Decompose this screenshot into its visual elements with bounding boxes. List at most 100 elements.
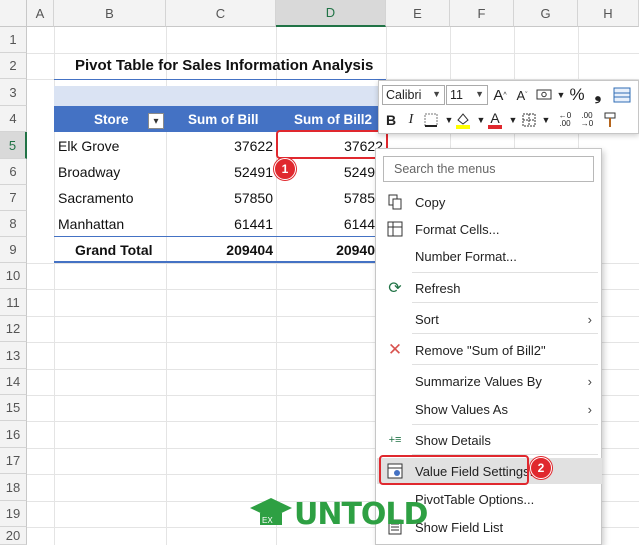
col-header-d[interactable]: D	[276, 0, 386, 27]
watermark-logo: EX UNTOLD	[248, 496, 428, 532]
row-header-15[interactable]: 15	[0, 395, 27, 421]
menu-separator	[412, 364, 598, 365]
row-header-18[interactable]: 18	[0, 474, 27, 501]
row-header-20[interactable]: 20	[0, 527, 27, 545]
col-header-g[interactable]: G	[514, 0, 578, 27]
format-painter-icon[interactable]	[601, 110, 621, 130]
percent-style-icon[interactable]: %	[567, 85, 587, 105]
grand-total-bill2[interactable]: 20940	[280, 237, 375, 262]
logo-text: UNTOLD	[294, 496, 428, 532]
bill-cell[interactable]: 52491	[170, 159, 273, 184]
menu-separator	[412, 333, 598, 334]
menu-item-sort[interactable]: Sort ›	[377, 306, 602, 332]
row-header-12[interactable]: 12	[0, 316, 27, 342]
store-cell[interactable]: Broadway	[58, 159, 158, 184]
menu-item-copy[interactable]: Copy	[377, 189, 602, 215]
menu-item-show-values-as[interactable]: Show Values As ›	[377, 396, 602, 422]
font-name-select[interactable]: Calibri ▼	[382, 85, 445, 105]
show-details-icon: +≡	[388, 434, 402, 446]
col-header-h[interactable]: H	[578, 0, 639, 27]
header-sum-of-bill: Sum of Bill	[188, 111, 259, 127]
row-header-5[interactable]: 5	[0, 132, 27, 159]
comma-style-icon[interactable]: ❟	[588, 85, 608, 105]
increase-decimal-icon[interactable]: ←0.00	[555, 110, 575, 130]
italic-icon[interactable]: I	[401, 110, 421, 130]
row-header-9[interactable]: 9	[0, 237, 27, 263]
menu-label: Show Values As	[415, 401, 508, 417]
copy-icon	[385, 192, 405, 212]
decrease-font-icon[interactable]: Aˇ	[512, 85, 532, 105]
menu-item-remove-field[interactable]: ✕ Remove "Sum of Bill2"	[377, 337, 602, 363]
chevron-right-icon: ›	[587, 373, 592, 389]
font-size-select[interactable]: 11 ▼	[446, 85, 488, 105]
step-badge-1: 1	[274, 158, 296, 180]
menu-item-format-cells[interactable]: Format Cells...	[377, 216, 602, 242]
select-all-corner[interactable]	[0, 0, 27, 27]
row-header-10[interactable]: 10	[0, 263, 27, 289]
font-size-value: 11	[450, 88, 463, 102]
menu-label: Remove "Sum of Bill2"	[415, 342, 546, 358]
refresh-icon: ⟳	[388, 280, 402, 297]
spreadsheet[interactable]: A B C D E F G H 1 2 3 4 5 6 7 8 9 10 11 …	[0, 0, 639, 545]
menu-label: Sort	[415, 311, 439, 327]
pivot-top-band	[54, 86, 386, 106]
menu-label: Number Format...	[415, 248, 517, 264]
col-header-b[interactable]: B	[54, 0, 166, 27]
row-header-14[interactable]: 14	[0, 369, 27, 395]
store-cell[interactable]: Sacramento	[58, 185, 158, 210]
bill-cell[interactable]: 61441	[170, 211, 273, 236]
grand-total-label[interactable]: Grand Total	[75, 237, 175, 262]
format-cells-icon	[385, 219, 405, 239]
bill2-cell[interactable]: 5785	[280, 185, 375, 210]
row-header-2[interactable]: 2	[0, 53, 27, 79]
value-field-highlight	[379, 455, 529, 485]
row-header-17[interactable]: 17	[0, 448, 27, 474]
decrease-decimal-icon[interactable]: .00 →0	[577, 110, 597, 130]
row-header-16[interactable]: 16	[0, 421, 27, 448]
increase-font-icon[interactable]: A ^	[490, 85, 510, 105]
row-header-4[interactable]: 4	[0, 106, 27, 132]
store-cell[interactable]: Manhattan	[58, 211, 158, 236]
menu-item-refresh[interactable]: ⟳ Refresh	[377, 275, 602, 301]
menu-separator	[412, 272, 598, 273]
menu-item-summarize-values[interactable]: Summarize Values By ›	[377, 368, 602, 394]
context-menu: Search the menus Copy Format Cells... Nu…	[375, 148, 602, 545]
bold-icon[interactable]: B	[381, 110, 401, 130]
row-header-13[interactable]: 13	[0, 342, 27, 369]
menu-label: Format Cells...	[415, 221, 500, 237]
bill2-cell[interactable]: 6144	[280, 211, 375, 236]
bill-cell[interactable]: 37622	[170, 133, 273, 158]
step-badge-2: 2	[530, 457, 552, 479]
grand-total-bill[interactable]: 209404	[170, 237, 273, 262]
menu-label: Show Field List	[415, 519, 504, 535]
chevron-down-icon[interactable]: ▼	[536, 110, 556, 130]
col-header-c[interactable]: C	[166, 0, 276, 27]
col-header-f[interactable]: F	[450, 0, 514, 27]
chevron-down-icon: ▼	[432, 89, 441, 99]
menu-separator	[412, 302, 598, 303]
menu-separator	[412, 424, 598, 425]
col-header-a[interactable]: A	[27, 0, 54, 27]
row-header-8[interactable]: 8	[0, 211, 27, 237]
menu-item-show-details[interactable]: +≡ Show Details	[377, 427, 602, 453]
fill-color-icon[interactable]	[453, 110, 473, 130]
col-header-e[interactable]: E	[386, 0, 450, 27]
row-header-7[interactable]: 7	[0, 185, 27, 211]
borders-icon[interactable]	[421, 110, 441, 130]
row-header-6[interactable]: 6	[0, 159, 27, 185]
menu-label: Show Details	[415, 432, 491, 448]
row-header-1[interactable]: 1	[0, 27, 27, 53]
menu-label: Summarize Values By	[415, 373, 542, 389]
menu-item-number-format[interactable]: Number Format...	[377, 243, 602, 269]
row-header-11[interactable]: 11	[0, 289, 27, 316]
row-header-19[interactable]: 19	[0, 501, 27, 527]
search-menus-input[interactable]: Search the menus	[383, 156, 594, 182]
store-cell[interactable]: Elk Grove	[58, 133, 158, 158]
filter-dropdown-icon[interactable]: ▾	[148, 113, 164, 129]
total-bottom-border	[54, 261, 386, 263]
header-sum-of-bill2: Sum of Bill2	[294, 111, 373, 127]
format-table-icon[interactable]	[612, 85, 632, 105]
font-color-icon[interactable]: A	[485, 110, 505, 130]
bill-cell[interactable]: 57850	[170, 185, 273, 210]
row-header-3[interactable]: 3	[0, 79, 27, 106]
